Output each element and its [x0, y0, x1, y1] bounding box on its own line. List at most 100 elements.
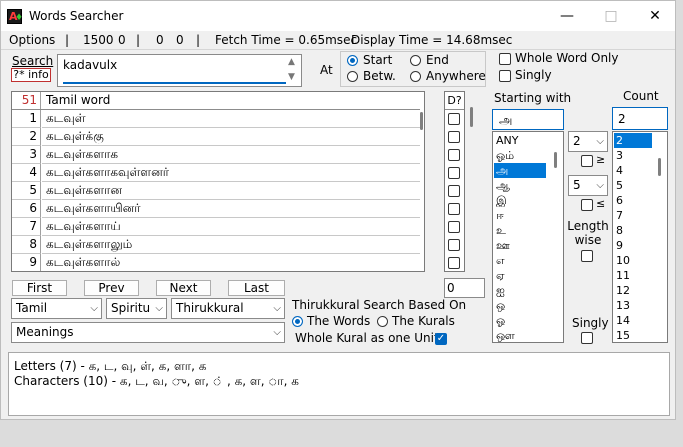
table-row[interactable]: 7 கடவுள்களாய் [12, 218, 424, 236]
list-item[interactable]: ஓ [494, 313, 546, 328]
list-item[interactable]: 14 [614, 313, 652, 328]
list-item[interactable]: ANY [494, 133, 546, 148]
start-radio[interactable] [347, 55, 358, 66]
duplicate-checkbox[interactable] [448, 257, 460, 269]
table-row[interactable]: 6 கடவுள்களாயினர் [12, 200, 424, 218]
close-button[interactable]: ✕ [633, 1, 675, 31]
list-item[interactable]: 13 [614, 298, 652, 313]
minimize-button[interactable]: — [545, 1, 589, 31]
duplicate-checkbox[interactable] [448, 131, 460, 143]
table-row[interactable]: 4 கடவுள்களாகவுள்ளனர் [12, 164, 424, 182]
list-item[interactable]: 3 [614, 148, 652, 163]
list-item[interactable]: ஐ [494, 283, 546, 298]
app-window: A ♦ Words Searcher — □ ✕ Options | 1500 … [0, 0, 676, 420]
length-wise-checkbox[interactable] [581, 250, 593, 262]
end-radio[interactable] [410, 55, 421, 66]
anywhere-radio[interactable] [410, 71, 421, 82]
tamil-word-cell[interactable]: கடவுள்களாயினர் [42, 200, 424, 218]
list-item[interactable]: 8 [614, 223, 652, 238]
list-item[interactable]: ஓம் [494, 148, 546, 163]
the-words-radio[interactable] [292, 316, 303, 327]
duplicate-checkbox[interactable] [448, 167, 460, 179]
list-item[interactable]: 6 [614, 193, 652, 208]
duplicate-checkbox[interactable] [448, 221, 460, 233]
table-row[interactable]: 8 கடவுள்களாலும் [12, 236, 424, 254]
search-input[interactable]: kadavulx ▲ ▼ [57, 54, 302, 87]
table-row[interactable]: 1 கடவுள் [12, 110, 424, 128]
list-item[interactable]: அ [494, 163, 546, 178]
list-item[interactable]: ஊ [494, 238, 546, 253]
tamil-word-cell[interactable]: கடவுள்களால் [42, 254, 424, 271]
max-length-select[interactable]: 5 ⌵ [568, 175, 608, 196]
starting-with-input[interactable]: அ [492, 109, 564, 130]
list-item[interactable]: 2 [614, 133, 652, 148]
list-item[interactable]: 11 [614, 268, 652, 283]
prev-button[interactable]: Prev [84, 280, 139, 296]
list-item[interactable]: ஆ [494, 178, 546, 193]
tamil-word-cell[interactable]: கடவுள்களாலும் [42, 236, 424, 254]
duplicate-checkbox[interactable] [448, 113, 460, 125]
first-button[interactable]: First [12, 280, 67, 296]
count-input[interactable]: 2 [612, 107, 668, 130]
spin-down-icon[interactable]: ▼ [288, 72, 295, 82]
max-length-checkbox[interactable] [581, 199, 593, 211]
book-select[interactable]: Thirukkural ⌵ [171, 298, 285, 319]
duplicate-checkbox[interactable] [448, 203, 460, 215]
whole-word-checkbox[interactable] [499, 53, 511, 65]
tamil-word-cell[interactable]: கடவுள்களாய் [42, 218, 424, 236]
maximize-button[interactable]: □ [589, 1, 633, 31]
table-row[interactable]: 2 கடவுள்க்கு [12, 128, 424, 146]
list-item[interactable]: 10 [614, 253, 652, 268]
count-list[interactable]: 2 3 4 5 6 7 8 9 10 11 12 13 14 15 [612, 131, 668, 343]
singly-label: Singly [515, 68, 552, 82]
max-length-value: 5 [573, 178, 581, 192]
between-radio[interactable] [347, 71, 358, 82]
singly-checkbox[interactable] [499, 70, 511, 82]
list-item[interactable]: 12 [614, 283, 652, 298]
tamil-word-cell[interactable]: கடவுள்களாகவுள்ளனர் [42, 164, 424, 182]
list-item[interactable]: 15 [614, 328, 652, 342]
last-button[interactable]: Last [228, 280, 285, 296]
length-singly-checkbox[interactable] [581, 332, 593, 344]
wildcard-info-button[interactable]: ?* info [11, 68, 51, 82]
list-item[interactable]: உ [494, 223, 546, 238]
grid-scroll-thumb[interactable] [420, 112, 423, 130]
duplicate-checkbox[interactable] [448, 185, 460, 197]
options-menu[interactable]: Options [9, 33, 55, 47]
list-item[interactable]: ஈ [494, 208, 546, 223]
tamil-word-cell[interactable]: கடவுள்க்கு [42, 128, 424, 146]
list-item[interactable]: ஏ [494, 268, 546, 283]
count-list-scroll-thumb[interactable] [658, 158, 661, 176]
min-length-select[interactable]: 2 ⌵ [568, 131, 608, 152]
tamil-word-cell[interactable]: கடவுள் [42, 110, 424, 128]
spin-up-icon[interactable]: ▲ [288, 57, 295, 67]
language-select[interactable]: Tamil ⌵ [11, 298, 102, 319]
duplicate-checkbox[interactable] [448, 149, 460, 161]
min-length-checkbox[interactable] [581, 155, 593, 167]
list-item[interactable]: 5 [614, 178, 652, 193]
list-item[interactable]: 7 [614, 208, 652, 223]
next-button[interactable]: Next [156, 280, 211, 296]
list-item[interactable]: ஔ [494, 328, 546, 342]
d-scroll-thumb[interactable] [470, 107, 473, 127]
table-row[interactable]: 5 கடவுள்களான [12, 182, 424, 200]
list-item[interactable]: 9 [614, 238, 652, 253]
list-item[interactable]: ஒ [494, 298, 546, 313]
letter-list-scroll-thumb[interactable] [554, 152, 557, 168]
the-kurals-radio[interactable] [377, 316, 388, 327]
duplicate-checkbox[interactable] [448, 239, 460, 251]
table-row[interactable]: 9 கடவுள்களால் [12, 254, 424, 271]
d-column-scrollbar[interactable] [470, 93, 474, 271]
page-input[interactable]: 0 [444, 278, 485, 298]
meanings-select[interactable]: Meanings ⌵ [11, 322, 285, 343]
output-textarea[interactable]: Letters (7) - க, ட, வு, ள், க, ளா, க Cha… [8, 352, 670, 416]
whole-kural-checkbox[interactable]: ✓ [435, 333, 447, 345]
list-item[interactable]: 4 [614, 163, 652, 178]
starting-letter-list[interactable]: ANY ஓம் அ ஆ இ ஈ உ ஊ எ ஏ ஐ ஒ ஓ ஔ [492, 131, 564, 343]
category-select[interactable]: Spiritu ⌵ [106, 298, 167, 319]
tamil-word-cell[interactable]: கடவுள்களாக [42, 146, 424, 164]
list-item[interactable]: எ [494, 253, 546, 268]
list-item[interactable]: இ [494, 193, 546, 208]
tamil-word-cell[interactable]: கடவுள்களான [42, 182, 424, 200]
table-row[interactable]: 3 கடவுள்களாக [12, 146, 424, 164]
